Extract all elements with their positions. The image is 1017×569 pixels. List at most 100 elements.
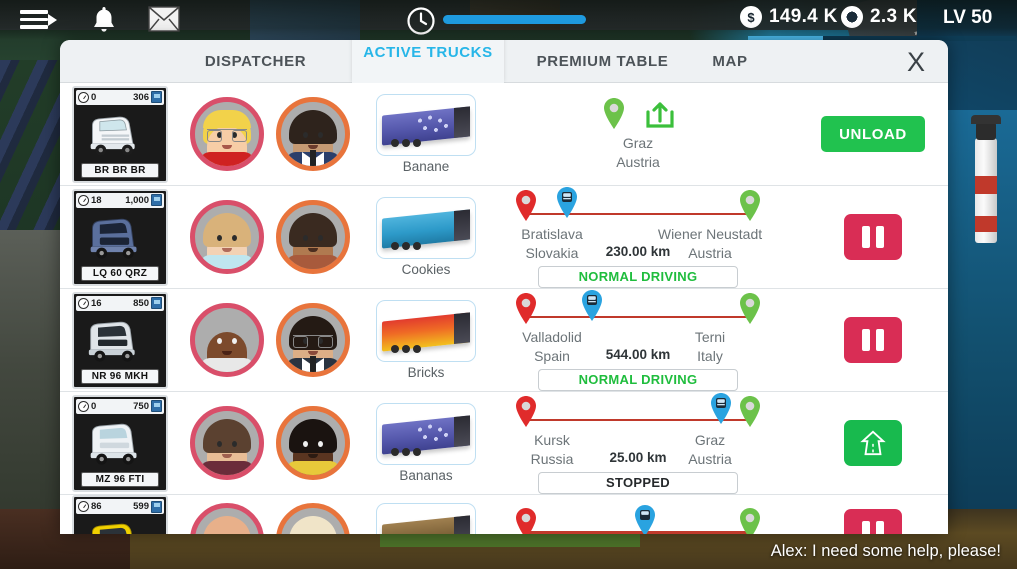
origin-country: Russia xyxy=(504,450,600,469)
truck-stats: 0 750 xyxy=(76,399,164,414)
truck-card[interactable]: 16 850 NR 96 MKH xyxy=(72,292,168,389)
driver-avatars xyxy=(190,200,350,274)
avatar[interactable] xyxy=(190,303,264,377)
status-badge: NORMAL DRIVING xyxy=(538,266,738,288)
truck-image xyxy=(78,313,162,368)
driver-avatars xyxy=(190,503,350,534)
avatar[interactable] xyxy=(276,303,350,377)
chat-message-bar[interactable]: Alex: I need some help, please! xyxy=(687,535,1017,567)
truck-speed: 86 xyxy=(91,501,102,512)
pause-button[interactable] xyxy=(844,214,902,260)
close-icon[interactable]: X xyxy=(898,44,934,80)
truck-capacity: 306 xyxy=(133,92,149,103)
truck-image xyxy=(78,516,162,534)
road-arrow-icon xyxy=(858,429,888,457)
solar-panels xyxy=(0,60,64,230)
chat-message: Alex: I need some help, please! xyxy=(771,542,1001,561)
trailer-image[interactable] xyxy=(376,403,476,465)
license-plate: MZ 96 FTI xyxy=(81,472,159,487)
destination-location-pin-icon xyxy=(737,507,763,534)
truck-image xyxy=(78,416,162,471)
avatar[interactable] xyxy=(276,97,350,171)
glasses xyxy=(207,129,247,139)
active-trucks-list[interactable]: 0 306 BR BR BR xyxy=(60,83,948,534)
tab-dispatcher[interactable]: DISPATCHER xyxy=(168,40,343,83)
gems-display[interactable]: 2.3 K xyxy=(841,6,917,28)
truck-card[interactable]: 18 1,000 LQ 60 QRZ xyxy=(72,189,168,286)
table-row[interactable]: 0 750 MZ 96 FTI xyxy=(60,392,948,495)
truck-stats: 86 599 xyxy=(76,499,164,514)
mail-envelope-icon[interactable] xyxy=(148,6,180,32)
speedometer-icon xyxy=(78,195,89,206)
truck-card[interactable]: 0 306 BR BR BR xyxy=(72,86,168,183)
route-progress-track xyxy=(512,290,764,330)
active-trucks-panel: DISPATCHER ACTIVE TRUCKS PREMIUM TABLE M… xyxy=(60,40,948,534)
cargo-icon xyxy=(151,194,162,206)
license-plate: BR BR BR xyxy=(81,163,159,178)
avatar[interactable] xyxy=(190,406,264,480)
clock-icon xyxy=(406,6,436,36)
unload-arrow-icon[interactable] xyxy=(645,99,675,129)
destination-location-pin-icon xyxy=(737,395,763,429)
truck-card[interactable]: 86 599 xyxy=(72,495,168,534)
hamburger-menu-icon[interactable] xyxy=(20,6,58,34)
tab-active-trucks[interactable]: ACTIVE TRUCKS xyxy=(352,40,504,83)
origin-location-pin-icon xyxy=(513,395,539,429)
truck-stats: 18 1,000 xyxy=(76,193,164,208)
tab-map[interactable]: MAP xyxy=(685,40,775,83)
truck-speed: 16 xyxy=(91,298,102,309)
table-row[interactable]: 18 1,000 LQ 60 QRZ xyxy=(60,186,948,289)
trailer-image[interactable] xyxy=(376,94,476,156)
table-row[interactable]: 86 599 xyxy=(60,495,948,534)
table-row[interactable]: 0 306 BR BR BR xyxy=(60,83,948,186)
destination-location-pin-icon xyxy=(737,292,763,326)
driver-avatars xyxy=(190,303,350,377)
truck-capacity: 750 xyxy=(133,401,149,412)
avatar[interactable] xyxy=(276,200,350,274)
truck-position-pin-icon xyxy=(579,289,605,323)
panel-tab-bar: DISPATCHER ACTIVE TRUCKS PREMIUM TABLE M… xyxy=(60,40,948,83)
avatar[interactable] xyxy=(276,503,350,534)
destination-city: Wiener Neustadt xyxy=(648,225,772,244)
bell-icon[interactable] xyxy=(88,4,120,36)
level-indicator: LV 50 xyxy=(943,7,992,29)
origin-location-pin-icon xyxy=(513,507,539,534)
cargo-label: Bananas xyxy=(399,468,452,483)
trailer-image[interactable] xyxy=(376,503,476,534)
origin-location-pin-icon xyxy=(513,189,539,223)
route-info: Kursk Russia Graz Austria 25.00 km STOPP… xyxy=(478,392,798,494)
truck-capacity: 850 xyxy=(133,298,149,309)
glasses xyxy=(293,335,333,345)
cargo-info: Cookies xyxy=(374,197,478,277)
speedometer-icon xyxy=(78,401,89,412)
cargo-info: Bricks xyxy=(374,300,478,380)
unload-button[interactable]: UNLOAD xyxy=(821,116,925,152)
origin-city: Kursk xyxy=(504,431,600,450)
cargo-info xyxy=(374,503,478,534)
truck-stats: 0 306 xyxy=(76,90,164,105)
avatar[interactable] xyxy=(190,503,264,534)
table-row[interactable]: 16 850 NR 96 MKH xyxy=(60,289,948,392)
status-badge: NORMAL DRIVING xyxy=(538,369,738,391)
trailer-image[interactable] xyxy=(376,197,476,259)
avatar[interactable] xyxy=(190,200,264,274)
green-location-pin-icon xyxy=(601,97,627,131)
coin-icon: $ xyxy=(740,6,762,28)
truck-card[interactable]: 0 750 MZ 96 FTI xyxy=(72,395,168,492)
origin-country: Spain xyxy=(504,347,600,366)
speedometer-icon xyxy=(78,298,89,309)
lighthouse xyxy=(965,120,1009,250)
money-display[interactable]: $ 149.4 K xyxy=(740,6,838,28)
cargo-icon xyxy=(151,91,162,103)
resume-drive-button[interactable] xyxy=(844,420,902,466)
cargo-label: Banane xyxy=(403,159,450,174)
pause-button[interactable] xyxy=(844,317,902,363)
cargo-icon xyxy=(151,501,162,513)
avatar[interactable] xyxy=(276,406,350,480)
pause-button[interactable] xyxy=(844,509,902,534)
tab-premium-table[interactable]: PREMIUM TABLE xyxy=(515,40,690,83)
trailer-image[interactable] xyxy=(376,300,476,362)
avatar[interactable] xyxy=(190,97,264,171)
row-action xyxy=(798,214,948,260)
truck-position-pin-icon xyxy=(632,504,658,534)
